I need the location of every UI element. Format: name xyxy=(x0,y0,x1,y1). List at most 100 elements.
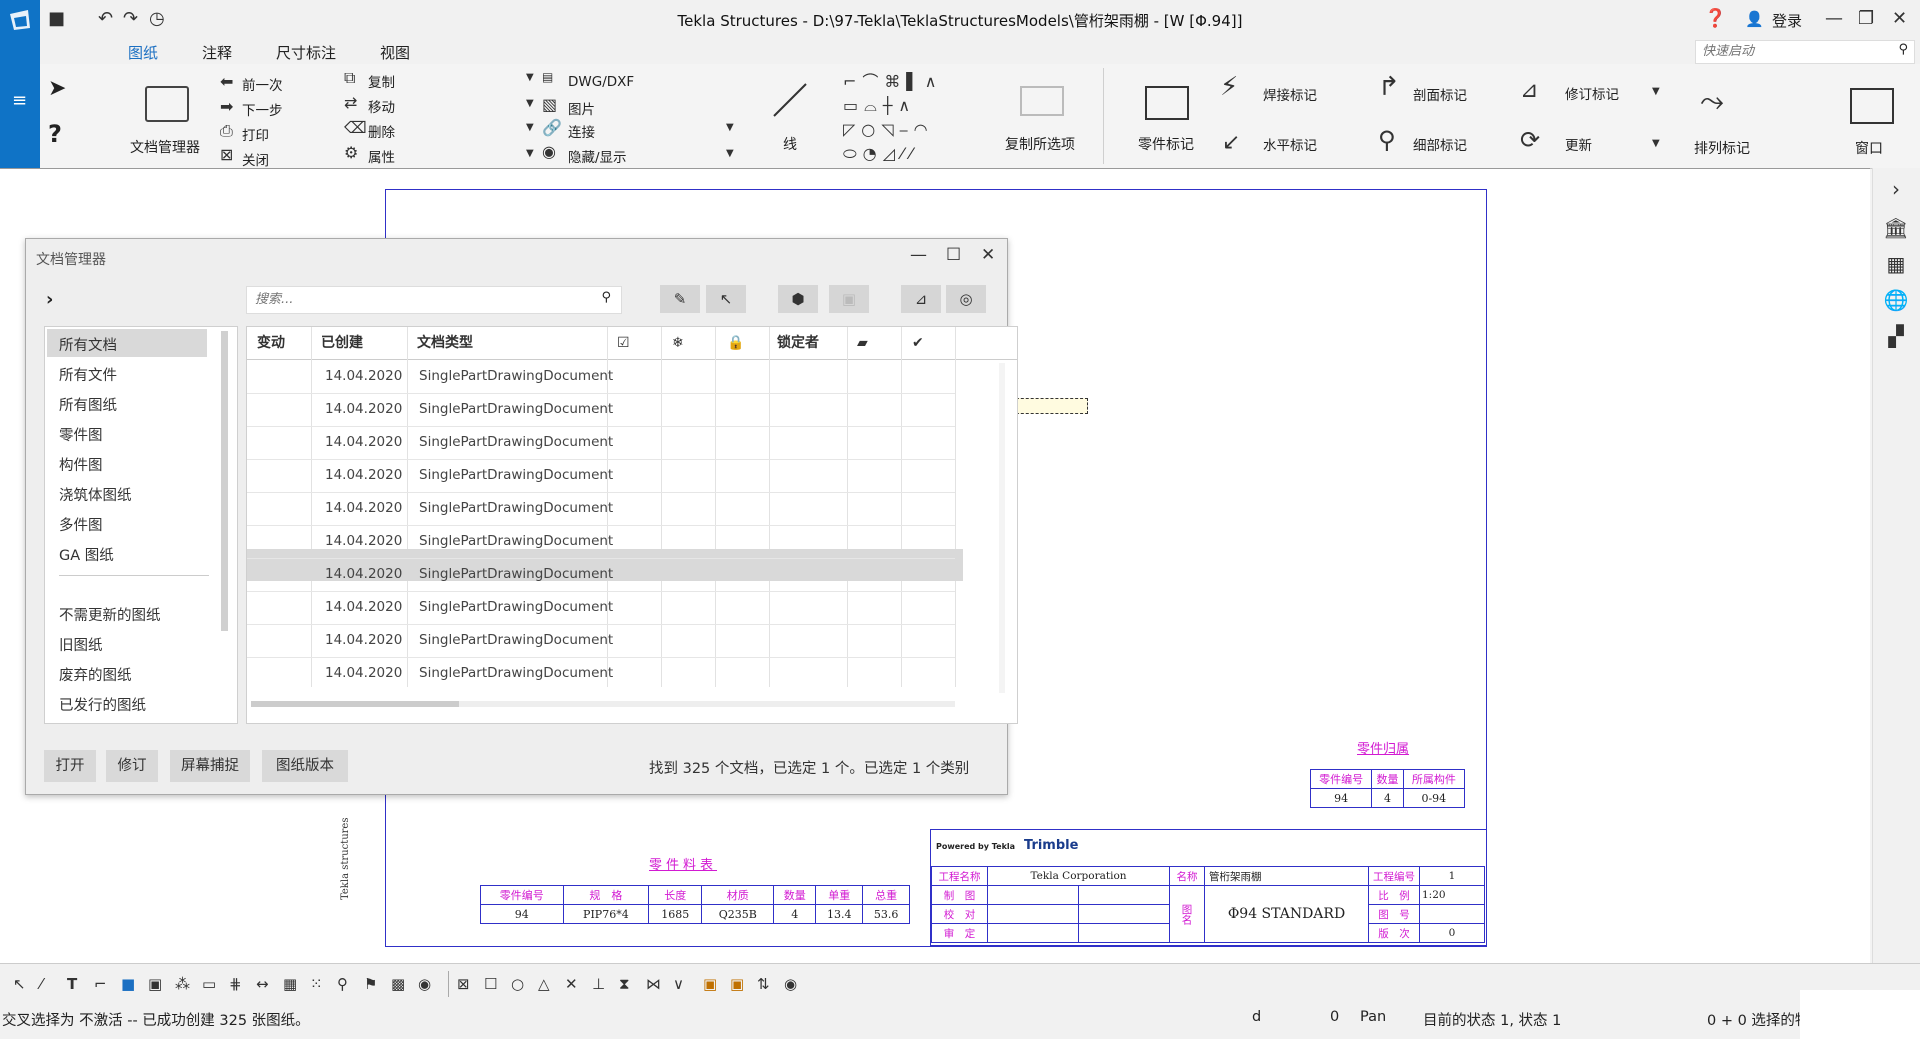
help-query-icon[interactable]: ? xyxy=(48,120,62,148)
dropdown-arrow-icon[interactable]: ▼ xyxy=(526,72,534,83)
row-type[interactable]: SinglePartDrawingDocument xyxy=(419,599,613,615)
snap-circle-icon[interactable]: ○ xyxy=(511,975,524,993)
screenshot-button[interactable]: 屏幕捕捉 xyxy=(170,750,250,782)
doc-manager-button[interactable]: 文档管理器 xyxy=(130,137,200,157)
globe-icon[interactable]: 🌐 xyxy=(1882,288,1910,312)
move-button[interactable]: 移动 xyxy=(368,96,395,116)
sidebar-item-old-drawings[interactable]: 旧图纸 xyxy=(59,634,103,655)
underline-tool-icon[interactable]: ⌐ xyxy=(94,975,107,993)
revision-mark-button[interactable]: 修订标记 xyxy=(1565,83,1619,103)
close-icon[interactable]: ✕ xyxy=(1892,8,1907,29)
row-created[interactable]: 14.04.2020 xyxy=(325,401,402,417)
tab-dimensioning[interactable]: 尺寸标注 xyxy=(276,42,336,63)
minimize-icon[interactable]: — xyxy=(910,245,927,265)
row-type[interactable]: SinglePartDrawingDocument xyxy=(419,500,613,516)
search-input[interactable] xyxy=(253,291,587,308)
previous-icon[interactable]: ⬅ xyxy=(220,72,233,91)
apps-icon[interactable]: ▞ xyxy=(1882,324,1910,348)
row-created[interactable]: 14.04.2020 xyxy=(325,632,402,648)
search-icon[interactable]: ⚲ xyxy=(1898,42,1908,57)
picture-button[interactable]: 图片 xyxy=(568,98,595,118)
row-type[interactable]: SinglePartDrawingDocument xyxy=(419,632,613,648)
snap-intersection-icon[interactable]: ✕ xyxy=(565,975,578,993)
select-arrow-icon[interactable]: ↖ xyxy=(13,975,26,993)
tab-annotation[interactable]: 注释 xyxy=(202,42,232,63)
detail-mark-icon[interactable]: ⚲ xyxy=(1378,126,1396,154)
row-created[interactable]: 14.04.2020 xyxy=(325,566,402,582)
drawing-revision-button[interactable]: 图纸版本 xyxy=(262,750,348,782)
hide-show-button[interactable]: 隐藏/显示 xyxy=(568,146,627,166)
snap-midpoint-icon[interactable]: ⧗ xyxy=(619,975,630,993)
user-icon[interactable]: 👤 xyxy=(1745,10,1764,28)
restore-icon[interactable]: ❐ xyxy=(1858,8,1874,29)
chevron-right-icon[interactable]: › xyxy=(1882,177,1910,201)
quick-launch-input[interactable] xyxy=(1700,43,1884,60)
dropdown-arrow-icon[interactable]: ▼ xyxy=(726,122,734,133)
snap-grid-icon[interactable]: ⇅ xyxy=(757,975,770,993)
pin-icon[interactable]: ⊿ xyxy=(901,285,941,313)
snap-visibility-icon[interactable]: ◉ xyxy=(784,975,797,993)
snap-perpendicular-icon[interactable]: ⊥ xyxy=(592,975,605,993)
row-created[interactable]: 14.04.2020 xyxy=(325,500,402,516)
close-icon[interactable]: ✕ xyxy=(981,245,995,265)
arrange-marks-button[interactable]: 排列标记 xyxy=(1694,138,1750,158)
column-header-change[interactable]: 变动 xyxy=(257,327,285,359)
sidebar-item-up-to-date[interactable]: 不需更新的图纸 xyxy=(59,604,161,625)
delete-icon[interactable]: ⌫ xyxy=(344,118,367,137)
copy-icon[interactable]: ⧉ xyxy=(344,68,355,88)
sidebar-item-ga-drawings[interactable]: GA 图纸 xyxy=(59,544,114,565)
scroll-thumb[interactable] xyxy=(251,701,459,707)
open-button[interactable]: 打开 xyxy=(44,750,96,782)
dropdown-arrow-icon[interactable]: ▼ xyxy=(526,98,534,109)
window-select-icon[interactable]: ▭ xyxy=(202,975,216,993)
edit-pencil-icon[interactable]: ✎ xyxy=(660,285,700,313)
row-created[interactable]: 14.04.2020 xyxy=(325,533,402,549)
snap-override-icon[interactable]: ▣ xyxy=(703,975,717,993)
sidebar-item-obsolete-drawings[interactable]: 废弃的图纸 xyxy=(59,664,132,685)
snap-triangle-icon[interactable]: △ xyxy=(538,975,550,993)
part-mark-icon[interactable] xyxy=(1145,86,1189,120)
row-type[interactable]: SinglePartDrawingDocument xyxy=(419,368,613,384)
close-drawing-button[interactable]: 关闭 xyxy=(242,149,269,169)
column-header-issue-icon[interactable]: ▰ xyxy=(857,327,868,359)
sidebar-item-all-documents[interactable]: 所有文档 xyxy=(59,334,117,355)
shape-tools-grid[interactable]: ⌐⌒⌘▌∧ ▭⌓┼∧ ◸○◹⎯◠ ⬭◔◿⁄⁄ xyxy=(843,70,983,166)
column-header-status-icon[interactable]: ☑ xyxy=(617,327,630,359)
row-type[interactable]: SinglePartDrawingDocument xyxy=(419,401,613,417)
window-button[interactable]: 窗口 xyxy=(1855,138,1883,158)
hamburger-icon[interactable]: ≡ xyxy=(12,90,27,111)
quick-launch-box[interactable]: ⚲ xyxy=(1695,40,1915,64)
next-button[interactable]: 下一步 xyxy=(242,99,283,119)
polyline-icon[interactable]: ⌐⌒⌘▌∧ xyxy=(843,72,942,91)
picture-icon[interactable]: ▧ xyxy=(542,95,557,114)
minimize-icon[interactable]: — xyxy=(1825,8,1843,29)
move-icon[interactable]: ⇄ xyxy=(344,93,357,112)
pin-tool-icon[interactable]: ⚑ xyxy=(364,975,377,993)
sidebar-item-issued-drawings[interactable]: 已发行的图纸 xyxy=(59,694,146,715)
weld-mark-icon[interactable]: ⚡ xyxy=(1220,72,1238,102)
sidebar-item-all-files[interactable]: 所有文件 xyxy=(59,364,117,385)
row-created[interactable]: 14.04.2020 xyxy=(325,434,402,450)
column-header-document-type[interactable]: 文档类型 xyxy=(417,327,473,359)
polygon-icon[interactable]: ◸○◹⎯◠ xyxy=(843,120,934,139)
doc-manager-icon[interactable] xyxy=(145,86,189,122)
maximize-icon[interactable]: ☐ xyxy=(946,245,961,265)
search-box[interactable]: ⚲ xyxy=(246,286,622,314)
next-icon[interactable]: ➡ xyxy=(220,97,233,116)
dwg-dxf-icon[interactable]: ▤ xyxy=(542,70,553,84)
section-mark-button[interactable]: 剖面标记 xyxy=(1413,84,1467,104)
horizontal-dim-icon[interactable]: ↔ xyxy=(256,975,269,993)
row-created[interactable]: 14.04.2020 xyxy=(325,665,402,681)
copy-selected-icon[interactable] xyxy=(1020,86,1064,116)
link-icon[interactable]: 🔗 xyxy=(542,118,562,137)
sidebar-item-part-drawings[interactable]: 零件图 xyxy=(59,424,103,445)
sidebar-scrollbar[interactable] xyxy=(221,331,228,631)
zoom-icon[interactable]: ⚲ xyxy=(337,975,348,993)
row-type[interactable]: SinglePartDrawingDocument xyxy=(419,533,613,549)
close-drawing-icon[interactable]: ⊠ xyxy=(220,145,233,164)
dwg-dxf-button[interactable]: DWG/DXF xyxy=(568,74,634,90)
ellipse-icon[interactable]: ⬭◔◿⁄⁄ xyxy=(843,144,918,163)
update-icon[interactable]: ⟳ xyxy=(1520,126,1540,154)
copy-button[interactable]: 复制 xyxy=(368,71,395,91)
arrange-marks-icon[interactable]: ⤳ xyxy=(1700,84,1724,119)
